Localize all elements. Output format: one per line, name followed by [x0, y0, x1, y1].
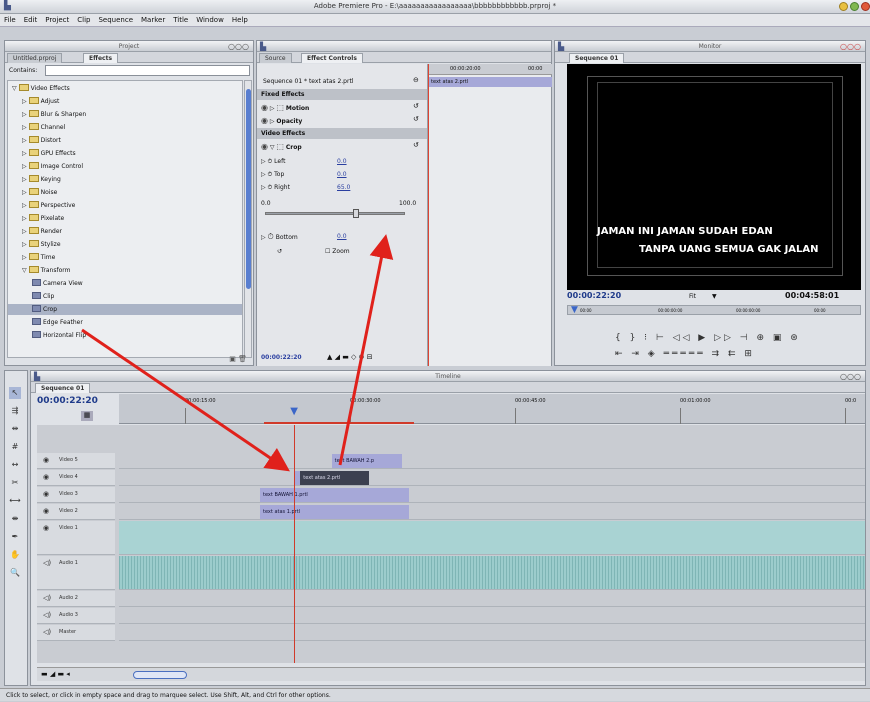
annotation-arrows	[81, 234, 394, 472]
arrow-clip-to-slider	[338, 234, 394, 466]
arrow-crop-to-clip	[81, 328, 290, 472]
